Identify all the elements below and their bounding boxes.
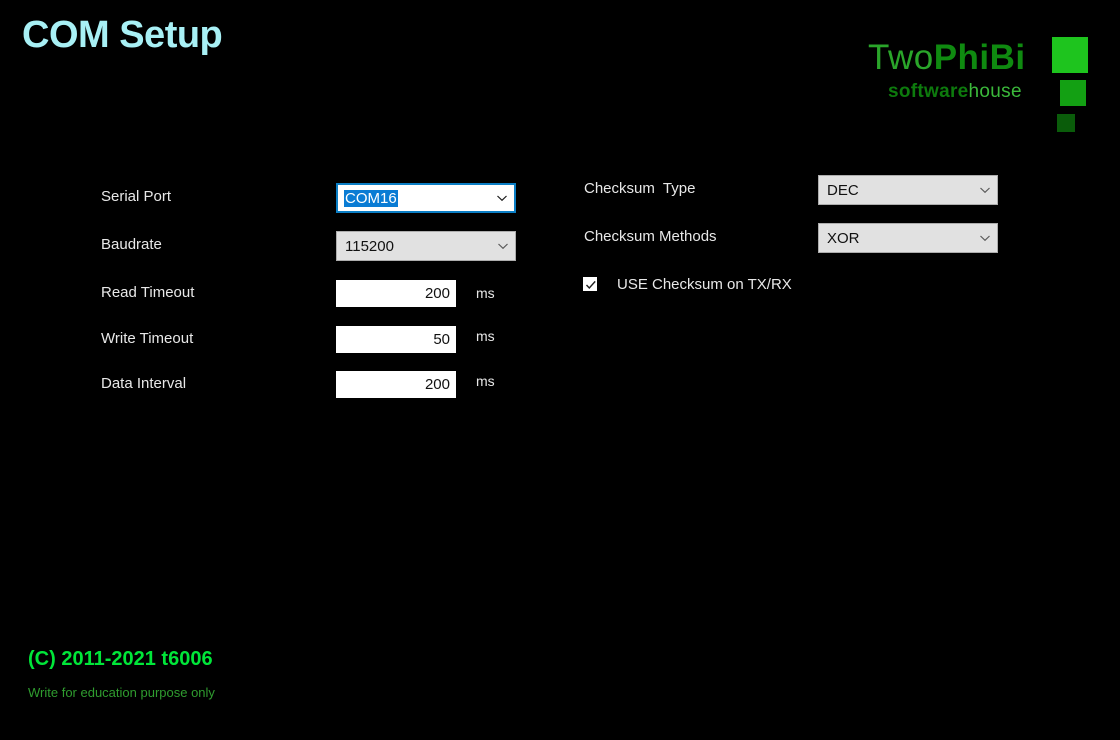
- baudrate-combobox[interactable]: 115200: [336, 231, 516, 261]
- data-interval-input[interactable]: 200: [336, 371, 456, 398]
- label-serial-port: Serial Port: [101, 188, 172, 205]
- logo-subword: softwarehouse: [888, 82, 1022, 101]
- unit-read-timeout: ms: [476, 285, 495, 301]
- label-write-timeout: Write Timeout: [101, 330, 194, 347]
- footer-note: Write for education purpose only: [28, 685, 215, 700]
- logo-wordmark: TwoPhiBi: [868, 40, 1026, 75]
- footer-copyright: (C) 2011-2021 t6006: [28, 648, 213, 670]
- label-baudrate: Baudrate: [101, 236, 162, 253]
- use-checksum-label: USE Checksum on TX/RX: [617, 275, 792, 293]
- checkmark-icon: [585, 280, 596, 290]
- read-timeout-input[interactable]: 200: [336, 280, 456, 307]
- chevron-down-icon: [980, 235, 990, 242]
- company-logo: TwoPhiBi softwarehouse: [868, 32, 1098, 132]
- serial-port-value: COM16: [344, 189, 398, 207]
- serial-port-combobox[interactable]: COM16: [336, 183, 516, 213]
- write-timeout-value: 50: [433, 331, 450, 348]
- logo-word-phibi: PhiBi: [933, 38, 1026, 77]
- write-timeout-input[interactable]: 50: [336, 326, 456, 353]
- unit-data-interval: ms: [476, 373, 495, 389]
- read-timeout-value: 200: [424, 285, 450, 302]
- logo-word-two: Two: [868, 38, 934, 77]
- label-data-interval: Data Interval: [101, 375, 187, 392]
- chevron-down-icon: [498, 243, 508, 250]
- label-checksum-methods: Checksum Methods: [584, 228, 717, 245]
- use-checksum-checkbox[interactable]: [583, 277, 597, 291]
- chevron-down-icon: [497, 195, 507, 202]
- label-read-timeout: Read Timeout: [101, 284, 195, 301]
- checksum-methods-value: XOR: [827, 229, 860, 247]
- unit-write-timeout: ms: [476, 328, 495, 344]
- checksum-methods-combobox[interactable]: XOR: [818, 223, 998, 253]
- baudrate-value: 115200: [345, 237, 394, 255]
- logo-word-house: house: [968, 81, 1022, 102]
- use-checksum-checkbox-row[interactable]: USE Checksum on TX/RX: [583, 274, 792, 294]
- data-interval-value: 200: [424, 376, 450, 393]
- serial-port-value-wrap: COM16: [344, 189, 494, 207]
- page-title: COM Setup: [22, 14, 223, 56]
- chevron-down-icon: [980, 187, 990, 194]
- logo-square-medium-icon: [1060, 80, 1086, 106]
- logo-square-small-icon: [1057, 114, 1075, 132]
- checksum-type-combobox[interactable]: DEC: [818, 175, 998, 205]
- checksum-type-value: DEC: [827, 181, 859, 199]
- label-checksum-type: Checksum Type: [584, 180, 696, 197]
- logo-word-software: software: [888, 81, 969, 102]
- logo-square-large-icon: [1052, 37, 1088, 73]
